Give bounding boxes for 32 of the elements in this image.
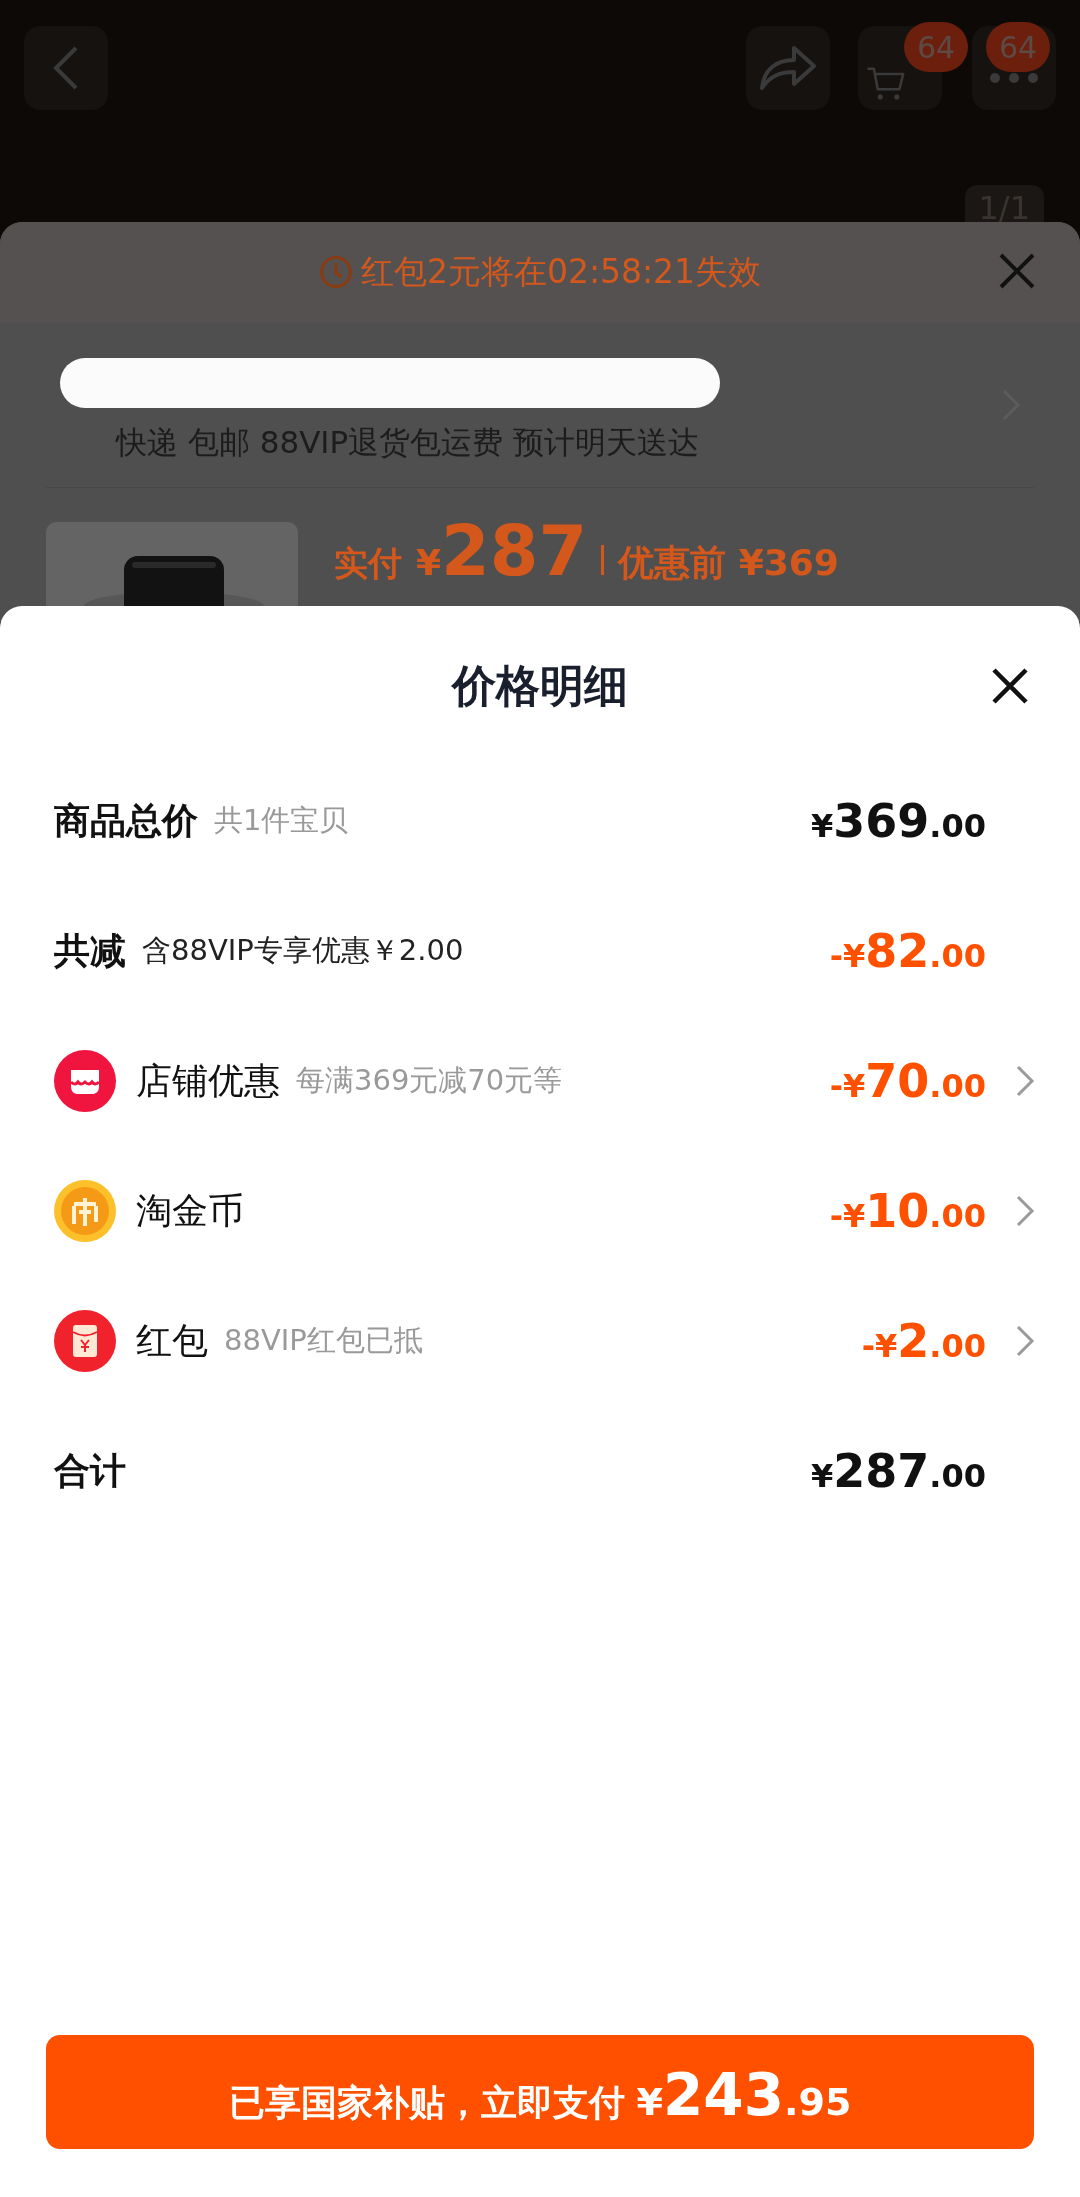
row-label: 淘金币 [136, 1188, 244, 1233]
countdown-text: 红包2元将在02:58:21失效 [360, 250, 762, 293]
envelope-icon [54, 1310, 116, 1372]
row-amount: ¥369.00 [811, 794, 986, 848]
sheet-title: 价格明细 [452, 658, 628, 713]
paid-amount: ¥287 [416, 510, 588, 592]
share-icon[interactable] [758, 44, 818, 92]
more-icon[interactable] [989, 72, 1039, 84]
clock-icon [318, 255, 353, 289]
original-price: 优惠前 ¥369 [618, 541, 839, 585]
row-label: 店铺优惠 [136, 1058, 280, 1103]
row-note: 88VIP红包已抵 [224, 1322, 423, 1359]
coin-icon [54, 1180, 116, 1242]
row-label: 商品总价 [54, 798, 198, 843]
pay-button[interactable]: 已享国家补贴，立即支付 ¥243.95 [46, 2035, 1034, 2149]
store-icon [54, 1050, 116, 1112]
row-label: 红包 [136, 1318, 208, 1363]
row-amount: -¥2.00 [861, 1314, 986, 1368]
row-amount: ¥287.00 [811, 1444, 986, 1498]
row-note: 每满369元减70元等 [296, 1062, 563, 1099]
paid-label: 实付 [334, 542, 402, 585]
row-amount: -¥70.00 [829, 1054, 986, 1108]
notification-count-badge: 64 [986, 22, 1050, 72]
row-note: 含88VIP专享优惠￥2.00 [142, 932, 464, 969]
row-amount: -¥82.00 [829, 924, 986, 978]
row-amount: -¥10.00 [829, 1184, 986, 1238]
cart-icon[interactable] [866, 65, 906, 102]
close-icon[interactable] [990, 666, 1030, 706]
row-label: 合计 [54, 1448, 126, 1493]
row-label: 共减 [54, 928, 126, 973]
cart-count-badge: 64 [904, 22, 968, 72]
row-note: 共1件宝贝 [214, 802, 349, 839]
